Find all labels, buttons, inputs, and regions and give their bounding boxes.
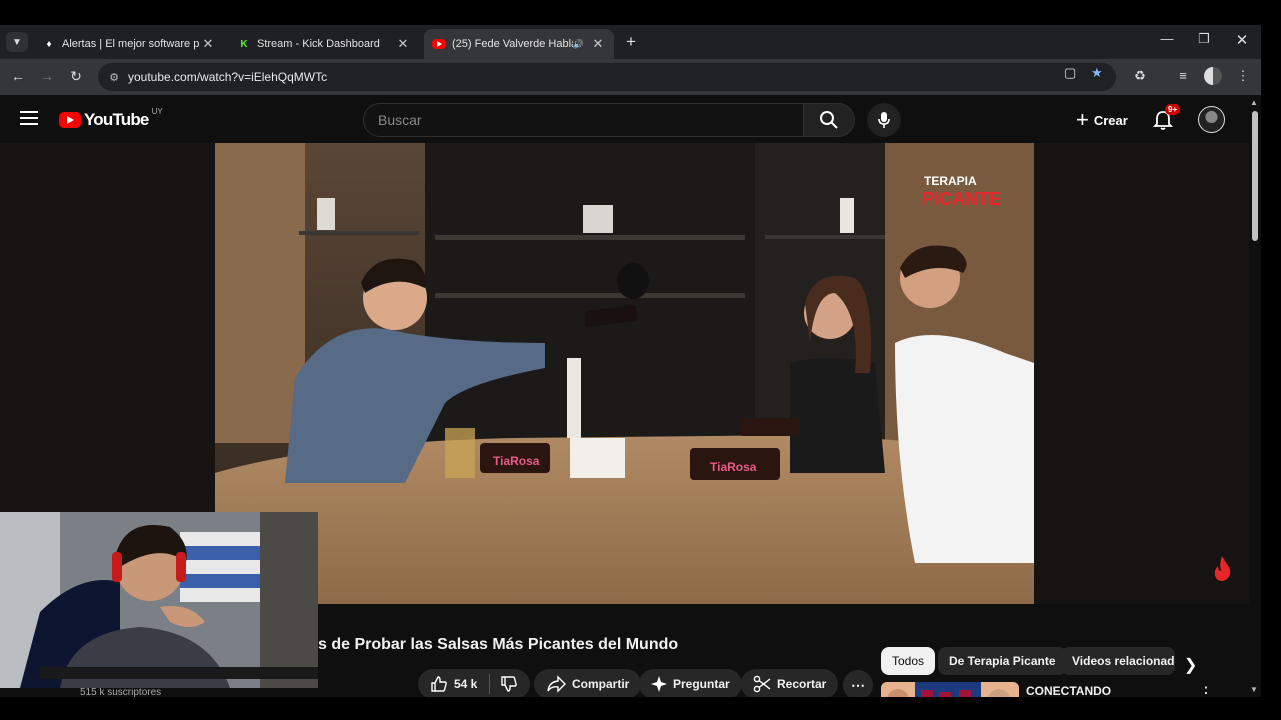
divider <box>489 674 491 694</box>
voice-search-button[interactable] <box>867 103 901 137</box>
bookmark-star-icon[interactable]: ★ <box>1091 65 1103 81</box>
video-frame-image: TiaRosa TiaRosa TERAPIA PICANTE <box>215 143 1034 604</box>
close-tab-icon[interactable]: ✕ <box>395 36 411 52</box>
close-window-icon[interactable]: ✕ <box>1227 31 1257 49</box>
share-button[interactable]: Compartir <box>534 669 642 697</box>
media-control-icon[interactable]: ≡ <box>1173 68 1193 83</box>
country-code: UY <box>151 106 163 116</box>
ask-label: Preguntar <box>673 677 730 691</box>
minimize-icon[interactable]: — <box>1152 31 1182 46</box>
scroll-down-icon[interactable]: ▼ <box>1250 685 1258 694</box>
youtube-header: YouTube UY + Crear 9+ <box>0 95 1261 143</box>
create-button[interactable]: + Crear <box>1066 105 1138 135</box>
chip-from-channel[interactable]: De Terapia Picante <box>938 647 1067 675</box>
search-input[interactable] <box>378 112 803 128</box>
screen: ▼ ♦ Alertas | El mejor software para ✕ K… <box>0 0 1281 720</box>
thumbs-down-icon[interactable] <box>500 675 518 693</box>
tab-youtube[interactable]: (25) Fede Valverde Habla S 🔊 ✕ <box>424 29 614 59</box>
chevron-right-icon[interactable]: ❯ <box>1184 655 1197 675</box>
notifications-badge: 9+ <box>1165 104 1181 115</box>
share-icon <box>547 675 566 693</box>
scroll-up-icon[interactable]: ▲ <box>1250 98 1258 107</box>
brand-overlay-line2: PICANTE <box>922 189 1001 209</box>
recommended-thumbnail[interactable] <box>881 682 1019 697</box>
browser-window: ▼ ♦ Alertas | El mejor software para ✕ K… <box>0 25 1261 697</box>
tab-title: (25) Fede Valverde Habla S <box>452 38 573 50</box>
webcam-overlay <box>0 512 318 688</box>
sparkle-icon <box>651 676 667 692</box>
ask-button[interactable]: Preguntar <box>639 669 742 697</box>
address-bar[interactable]: ⚙ youtube.com/watch?v=iElehQqMWTc <box>98 63 1116 91</box>
more-actions-button[interactable]: ⋯ <box>843 670 873 697</box>
share-label: Compartir <box>572 677 630 691</box>
cast-icon[interactable]: ▢ <box>1064 65 1076 81</box>
speaker-icon[interactable]: 🔊 <box>573 39 584 50</box>
scissors-icon <box>753 675 771 693</box>
product-label-left: TiaRosa <box>493 454 540 468</box>
plus-icon: + <box>1076 107 1089 132</box>
clip-button[interactable]: Recortar <box>741 669 839 697</box>
tab-search-button[interactable]: ▼ <box>6 32 28 52</box>
forward-icon[interactable]: → <box>37 68 57 84</box>
tab-strip: ▼ ♦ Alertas | El mejor software para ✕ K… <box>0 25 1261 59</box>
webcam-feed-image <box>0 512 318 688</box>
scroll-thumb[interactable] <box>1252 111 1258 241</box>
create-label: Crear <box>1093 112 1128 128</box>
more-vertical-icon[interactable]: ⋮ <box>1198 683 1214 697</box>
more-horizontal-icon: ⋯ <box>851 676 865 693</box>
browser-menu-icon[interactable]: ⋮ <box>1233 68 1253 84</box>
search-box[interactable] <box>363 103 804 137</box>
clip-label: Recortar <box>777 677 827 691</box>
search-icon <box>820 111 838 129</box>
like-count: 54 k <box>454 677 478 691</box>
extensions-icon[interactable]: ♻ <box>1130 68 1150 84</box>
youtube-favicon-icon <box>432 39 446 49</box>
recommended-title[interactable]: CONECTANDO JUGADORES POR SUS TÍTULOS. ¿Q… <box>1026 683 1186 697</box>
guide-menu-icon[interactable] <box>20 111 38 125</box>
youtube-play-logo-icon <box>59 112 81 128</box>
new-tab-button[interactable]: + <box>622 32 640 52</box>
kick-favicon-icon: K <box>240 38 248 50</box>
thumbnail-image <box>881 682 1019 697</box>
search-button[interactable] <box>803 103 855 137</box>
alert-favicon-icon: ♦ <box>46 38 52 50</box>
tab-title: Stream - Kick Dashboard <box>257 38 380 50</box>
url-text[interactable]: youtube.com/watch?v=iElehQqMWTc <box>128 70 327 84</box>
tab-kick[interactable]: K Stream - Kick Dashboard ✕ <box>229 29 419 59</box>
close-tab-icon[interactable]: ✕ <box>590 36 606 52</box>
restore-icon[interactable]: ❐ <box>1189 31 1219 47</box>
account-avatar[interactable] <box>1198 106 1225 133</box>
browser-toolbar: ← → ↻ ⚙ youtube.com/watch?v=iElehQqMWTc … <box>0 59 1261 95</box>
video-player[interactable]: TiaRosa TiaRosa TERAPIA PICANTE <box>215 143 1034 604</box>
profile-avatar[interactable] <box>1204 67 1222 85</box>
microphone-icon <box>878 112 890 128</box>
thumbs-up-icon[interactable] <box>430 675 448 693</box>
site-settings-icon[interactable]: ⚙ <box>104 71 124 84</box>
fire-icon <box>1214 556 1231 581</box>
reload-icon[interactable]: ↻ <box>66 68 86 85</box>
back-icon[interactable]: ← <box>8 68 28 84</box>
logo-wordmark: YouTube <box>84 110 149 129</box>
page-scrollbar[interactable]: ▲ ▼ <box>1249 95 1261 697</box>
like-dislike-button[interactable]: 54 k <box>418 669 531 697</box>
close-tab-icon[interactable]: ✕ <box>200 36 216 52</box>
youtube-logo[interactable]: YouTube UY <box>59 106 163 130</box>
chip-related[interactable]: Videos relacionados <box>1061 647 1175 675</box>
tab-alertas[interactable]: ♦ Alertas | El mejor software para ✕ <box>34 29 224 59</box>
video-title: s de Probar las Salsas Más Picantes del … <box>318 636 679 653</box>
tab-title: Alertas | El mejor software para <box>62 38 200 50</box>
chip-all[interactable]: Todos <box>881 647 936 675</box>
product-label-right: TiaRosa <box>710 460 757 474</box>
subscriber-count: 515 k suscriptores <box>80 687 162 697</box>
brand-overlay-line1: TERAPIA <box>924 174 977 188</box>
